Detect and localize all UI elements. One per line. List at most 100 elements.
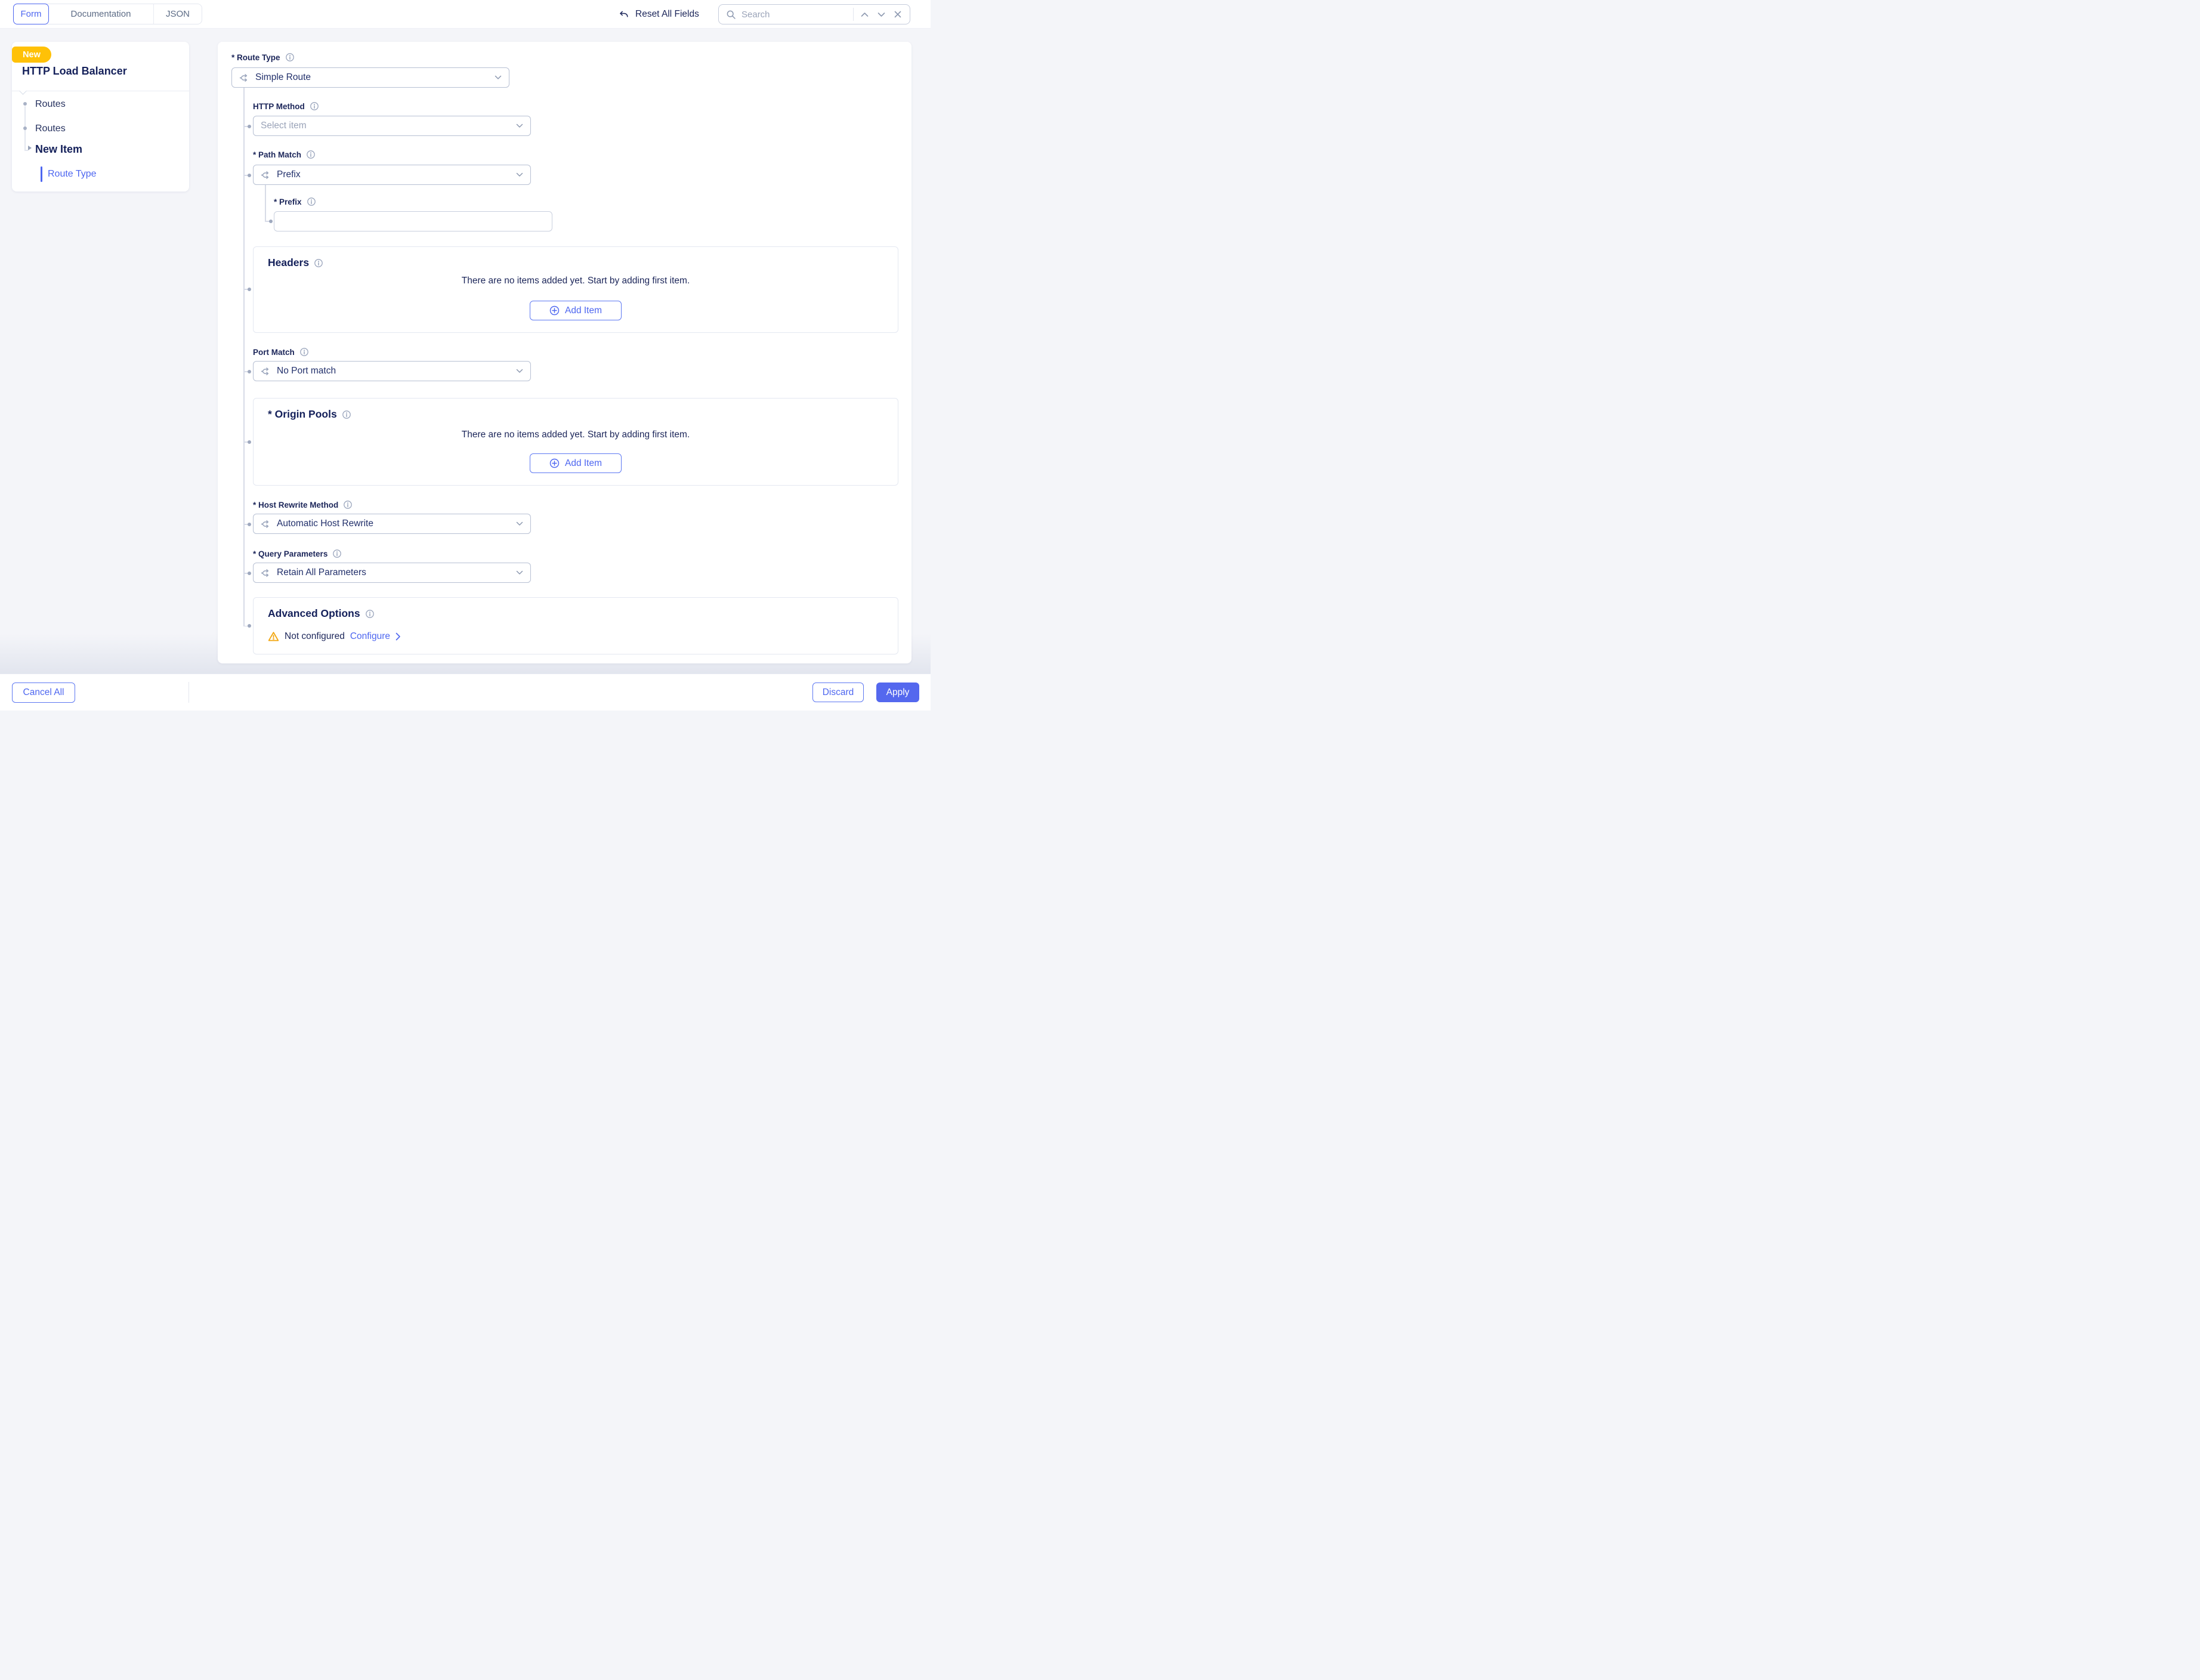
advanced-options-title-row: Advanced Options [268,607,375,620]
search-input[interactable] [741,10,848,20]
advanced-options-title: Advanced Options [268,607,360,620]
info-icon[interactable] [342,410,351,419]
route-type-select[interactable]: Simple Route [231,67,509,88]
headers-section: Headers There are no items added yet. St… [253,246,898,333]
http-method-label-row: HTTP Method [253,101,319,111]
route-type-label-row: * Route Type [231,52,295,62]
info-icon[interactable] [307,197,316,206]
headers-title: Headers [268,257,309,269]
headers-add-item-button[interactable]: Add Item [530,301,622,320]
port-match-value: No Port match [277,366,510,376]
port-match-label: Port Match [253,348,295,357]
origin-pools-empty-text: There are no items added yet. Start by a… [254,430,898,440]
reset-all-fields-button[interactable]: Reset All Fields [618,0,699,29]
info-icon[interactable] [343,500,353,509]
tree-bullet-dot [23,102,27,106]
connector-dot [248,572,251,575]
port-match-select[interactable]: No Port match [253,361,531,381]
warning-triangle-icon [268,631,279,642]
search-box [718,4,910,24]
port-match-label-row: Port Match [253,347,309,357]
info-icon[interactable] [332,549,342,558]
advanced-options-status: Not configured [285,631,345,642]
connector-dot [248,288,251,291]
headers-empty-text: There are no items added yet. Start by a… [254,276,898,286]
chevron-down-icon [516,123,523,128]
prefix-label-row: * Prefix [274,197,316,206]
info-icon[interactable] [299,347,309,357]
headers-title-row: Headers [268,257,323,269]
connector-dot [248,523,251,526]
route-fork-icon [239,73,249,83]
host-rewrite-select[interactable]: Automatic Host Rewrite [253,514,531,534]
path-match-label-row: * Path Match [253,150,316,159]
route-fork-icon [261,568,271,578]
origin-pools-title: * Origin Pools [268,408,337,421]
tree-item-routes-2[interactable]: Routes [35,123,66,134]
host-rewrite-value: Automatic Host Rewrite [277,518,510,529]
tab-form[interactable]: Form [13,4,49,24]
info-icon[interactable] [310,101,319,111]
info-icon[interactable] [314,258,323,268]
discard-button[interactable]: Discard [812,682,864,702]
configure-link[interactable]: Configure [350,631,390,642]
connector-dot [248,440,251,444]
http-method-label: HTTP Method [253,102,305,111]
connector-dot [248,125,251,128]
connector-line [243,88,245,626]
chevron-down-icon [495,75,502,80]
http-method-placeholder: Select item [261,121,510,131]
tree-expand-triangle-icon [28,146,32,150]
apply-button[interactable]: Apply [876,682,919,702]
host-rewrite-label: * Host Rewrite Method [253,501,338,509]
tree-bullet-dot [23,126,27,130]
footer-action-bar: Cancel All Discard Apply [0,674,931,711]
connector-dot [269,220,273,223]
connector-line [265,185,266,221]
route-type-value: Simple Route [255,72,489,83]
form-panel: * Route Type Simple Route HTTP Method Se… [218,42,911,663]
origin-pools-add-item-button[interactable]: Add Item [530,453,622,473]
tree-item-new-item[interactable]: New Item [35,143,82,156]
path-match-select[interactable]: Prefix [253,165,531,185]
search-clear-x-icon[interactable] [892,8,904,20]
host-rewrite-label-row: * Host Rewrite Method [253,500,353,509]
route-fork-icon [261,519,271,529]
info-icon[interactable] [365,609,375,619]
tree-item-route-type[interactable]: Route Type [48,169,97,180]
route-type-label: * Route Type [231,53,280,62]
plus-circle-icon [549,458,560,468]
reset-all-fields-label: Reset All Fields [635,9,699,20]
prefix-input[interactable] [274,211,552,231]
chevron-down-icon [516,521,523,526]
tree-title: HTTP Load Balancer [22,65,127,78]
info-icon[interactable] [306,150,316,159]
query-parameters-value: Retain All Parameters [277,567,510,578]
top-toolbar: Form Documentation JSON Reset All Fields [0,0,931,29]
search-prev-chevron-up-icon[interactable] [858,8,870,20]
connector-dot [248,624,251,628]
object-tree-card: New HTTP Load Balancer Routes Routes New… [12,42,189,192]
info-icon[interactable] [285,52,295,62]
origin-pools-section: * Origin Pools There are no items added … [253,398,898,486]
connector-dot [248,370,251,373]
chevron-down-icon [516,172,523,177]
origin-pools-title-row: * Origin Pools [268,408,351,421]
tab-documentation[interactable]: Documentation [48,4,153,24]
cancel-all-button[interactable]: Cancel All [12,682,75,703]
search-divider [853,8,854,21]
tab-json[interactable]: JSON [153,4,202,24]
chevron-down-icon [516,369,523,373]
route-fork-icon [261,170,271,180]
search-next-chevron-down-icon[interactable] [875,8,887,20]
headers-add-item-label: Add Item [565,305,602,316]
plus-circle-icon [549,305,560,316]
http-method-select[interactable]: Select item [253,116,531,136]
chevron-right-icon[interactable] [395,632,401,641]
origin-pools-add-item-label: Add Item [565,458,602,469]
prefix-label: * Prefix [274,197,302,206]
tree-item-routes-1[interactable]: Routes [35,99,66,110]
tree-collapse-notch [19,87,27,95]
path-match-label: * Path Match [253,150,301,159]
query-parameters-select[interactable]: Retain All Parameters [253,563,531,583]
